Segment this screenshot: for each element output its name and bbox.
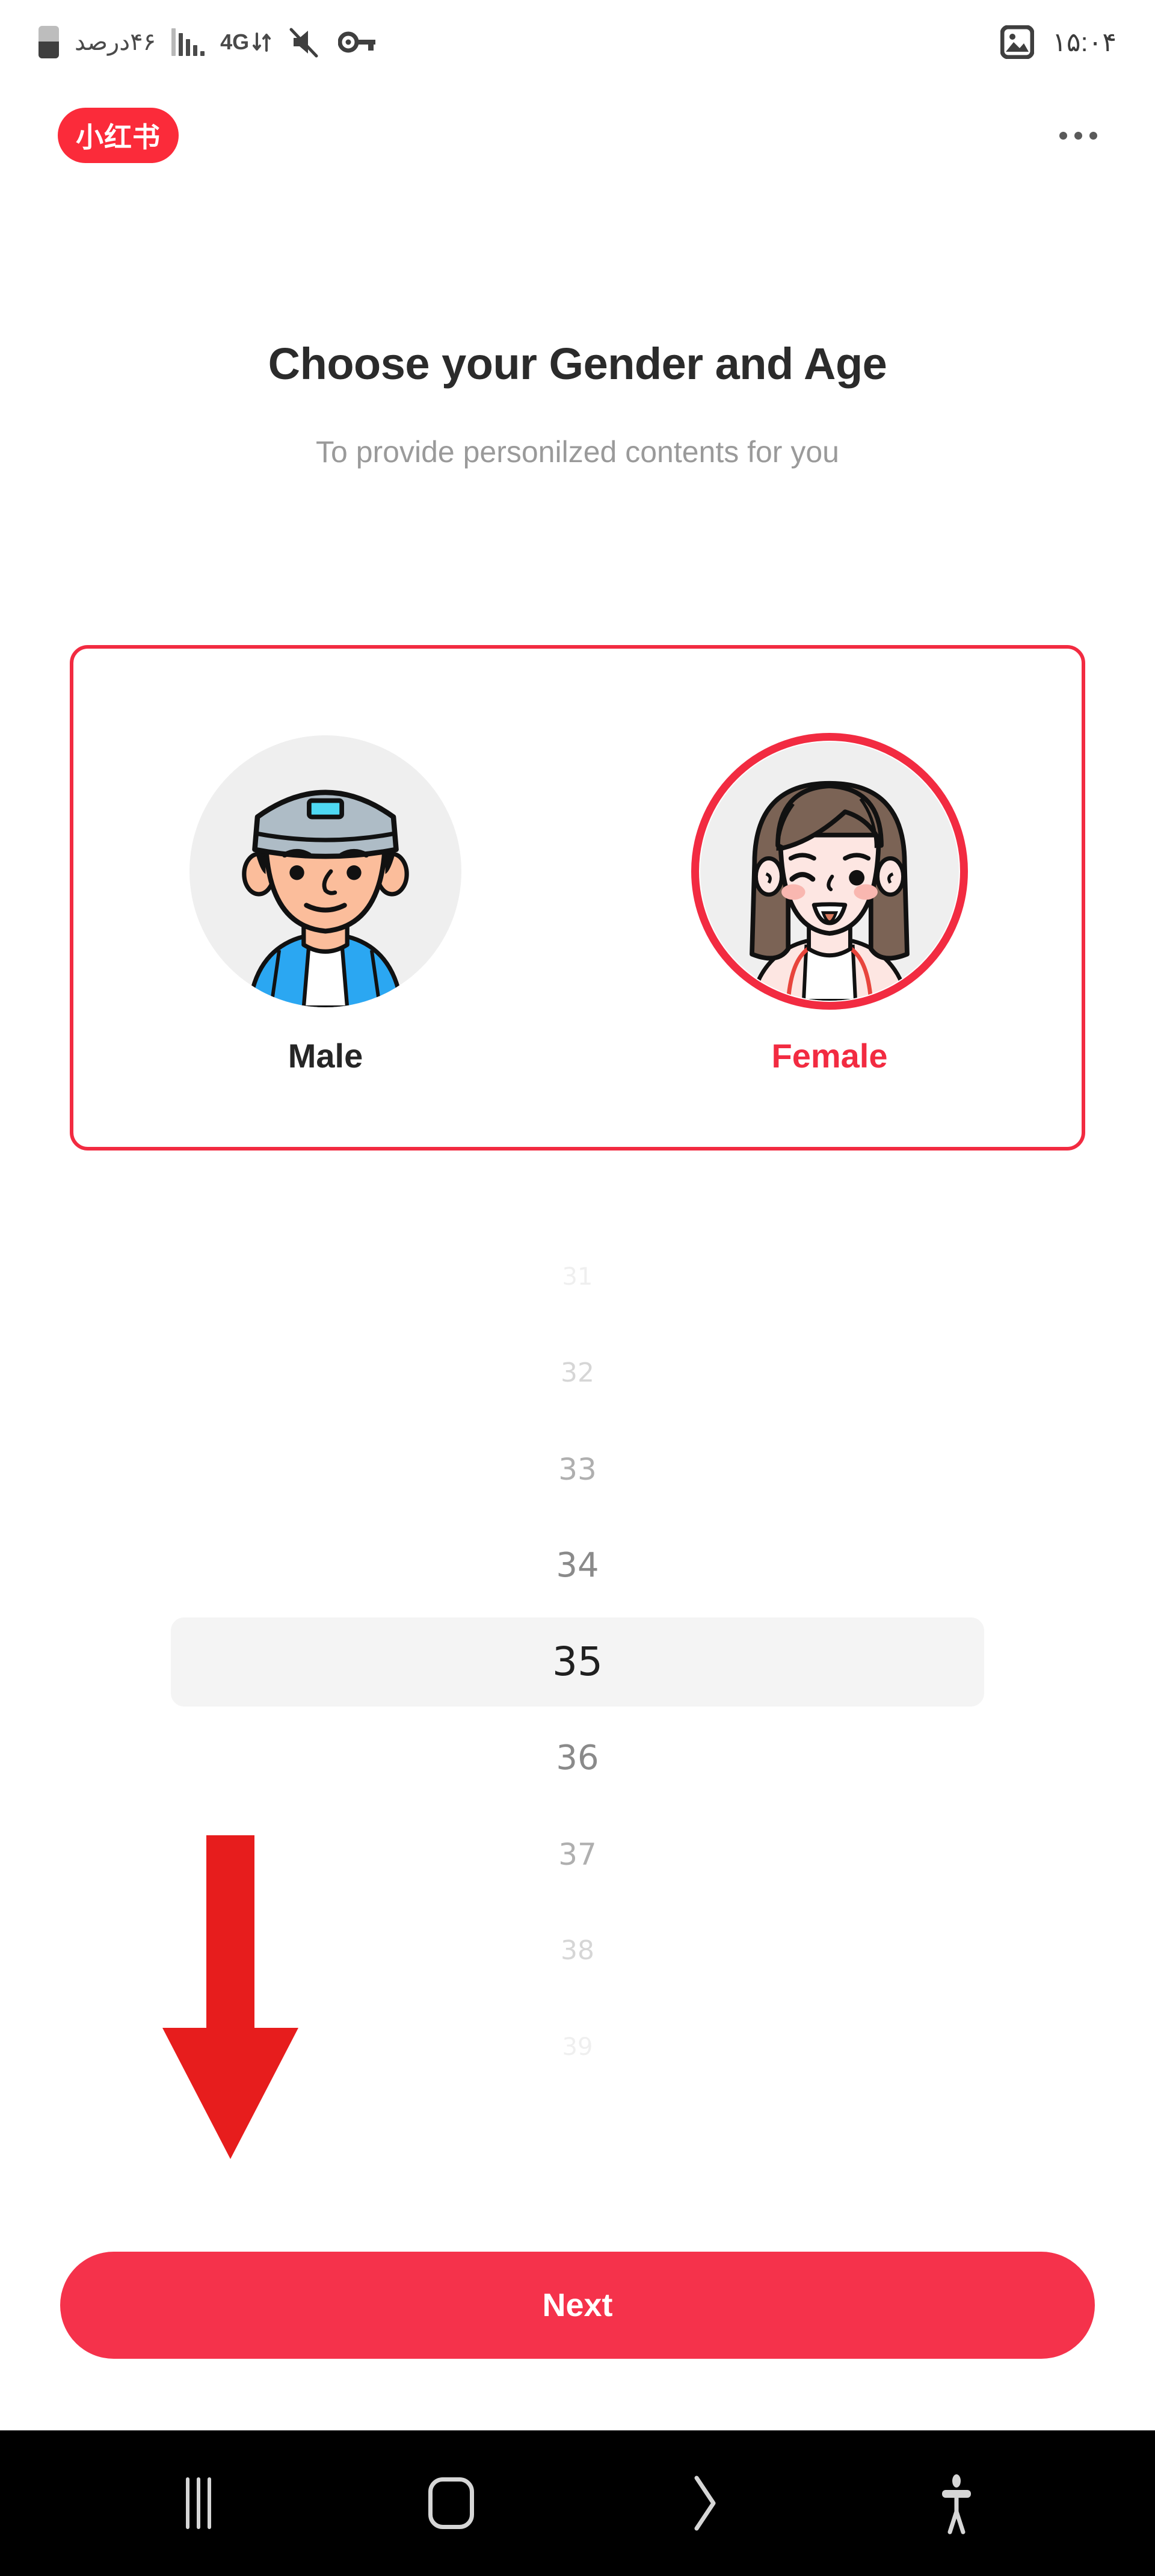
app-header: 小红书 xyxy=(0,96,1155,175)
network-label: 4G xyxy=(220,29,250,54)
nav-home-button[interactable] xyxy=(391,2455,511,2551)
female-avatar-wrap[interactable] xyxy=(691,732,968,1010)
recent-apps-icon xyxy=(186,2477,211,2529)
age-option[interactable]: 36 xyxy=(168,1741,987,1775)
down-arrow-annotation-icon xyxy=(162,1835,298,2159)
volume-muted-icon xyxy=(289,28,318,58)
page-subtitle: To provide personilzed contents for you xyxy=(316,435,839,469)
female-avatar-icon xyxy=(750,780,910,1001)
image-screenshot-icon xyxy=(1000,25,1035,59)
male-avatar-circle xyxy=(189,735,461,1007)
age-option[interactable]: 33 xyxy=(168,1454,987,1484)
data-transfer-arrows-icon xyxy=(253,32,271,52)
nav-accessibility-button[interactable] xyxy=(896,2455,1017,2551)
phone-screen: ۴۶درصد 4G ۱۵:۰۴ 小红书 Choose your Gender a… xyxy=(0,0,1155,2576)
status-bar-right-group: ۱۵:۰۴ xyxy=(1000,25,1116,59)
clock-label: ۱۵:۰۴ xyxy=(1052,27,1116,57)
system-navigation-bar xyxy=(0,2430,1155,2576)
home-icon xyxy=(428,2477,474,2529)
nav-recent-apps-button[interactable] xyxy=(138,2455,259,2551)
battery-percent-label: ۴۶درصد xyxy=(75,29,156,55)
brand-logo: 小红书 xyxy=(58,108,179,163)
gender-label-male: Male xyxy=(288,1036,363,1075)
gender-option-male[interactable]: Male xyxy=(73,649,578,1147)
age-option-selected[interactable]: 35 xyxy=(168,1642,987,1682)
status-bar-left-group: ۴۶درصد 4G xyxy=(38,26,377,58)
male-avatar-icon xyxy=(242,789,409,1007)
gender-selector-card: Male Female xyxy=(70,645,1085,1151)
vpn-key-icon xyxy=(338,31,376,53)
status-bar: ۴۶درصد 4G ۱۵:۰۴ xyxy=(0,0,1155,84)
male-avatar-wrap[interactable] xyxy=(187,733,464,1010)
age-option[interactable]: 32 xyxy=(168,1360,987,1386)
back-chevron-icon xyxy=(694,2476,716,2531)
more-options-icon[interactable] xyxy=(1059,131,1097,140)
signal-bars-icon xyxy=(171,28,205,56)
page-title: Choose your Gender and Age xyxy=(268,339,887,389)
battery-icon xyxy=(38,26,59,58)
nav-back-button[interactable] xyxy=(644,2455,764,2551)
gender-label-female: Female xyxy=(771,1036,888,1075)
age-option[interactable]: 34 xyxy=(168,1549,987,1583)
age-option[interactable]: 31 xyxy=(168,1265,987,1289)
network-type-indicator: 4G xyxy=(220,28,273,57)
gender-option-female[interactable]: Female xyxy=(578,649,1082,1147)
next-button[interactable]: Next xyxy=(60,2252,1095,2359)
female-avatar-circle xyxy=(700,741,959,1001)
accessibility-icon xyxy=(942,2474,971,2534)
